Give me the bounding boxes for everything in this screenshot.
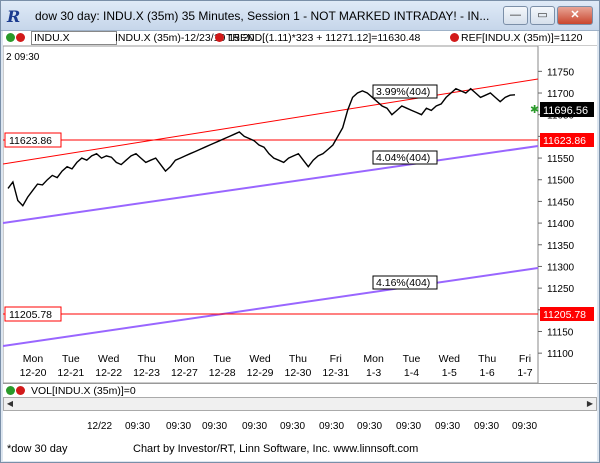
y-tick-label: 11100: [547, 349, 574, 360]
y-tick-label: 11250: [547, 284, 575, 295]
time-axis: 12/22 09:30 09:30 09:30 09:30 09:30 09:3…: [3, 411, 597, 441]
green-dot-icon: [6, 33, 15, 42]
corner-label: 2 09:30: [6, 52, 40, 63]
chart-window: R dow 30 day: INDU.X (35m) 35 Minutes, S…: [0, 0, 600, 463]
x-day-label: Mon: [23, 353, 44, 365]
volume-pane: VOL[INDU.X (35m)]=0: [3, 383, 597, 397]
x-day-label: Mon: [363, 353, 384, 365]
red-dot-icon: [16, 386, 25, 395]
indicator-toolbar: INDU.X INDU.X (35m)-12/23/10 15:20 TREND…: [3, 31, 597, 46]
credit-text: Chart by Investor/RT, Linn Software, Inc…: [133, 443, 419, 455]
time-tick: 09:30: [396, 421, 422, 432]
last-price-label: 11696.56: [543, 105, 588, 117]
ref-low-left-label: 11205.78: [9, 309, 52, 321]
horizontal-scrollbar[interactable]: ◀ ▶: [3, 397, 597, 411]
time-tick: 09:30: [435, 421, 461, 432]
x-date-label: 12-22: [95, 367, 122, 379]
y-tick-label: 11550: [547, 154, 575, 165]
vol-toggle[interactable]: [6, 385, 26, 397]
y-tick-label: 11150: [547, 327, 574, 338]
y-tick-label: 11300: [547, 262, 575, 273]
app-logo-icon: R: [7, 7, 21, 26]
price-chart[interactable]: 2 09:30 11750117001165011600115501150011…: [2, 45, 597, 396]
x-day-label: Thu: [478, 353, 496, 365]
scroll-right-icon[interactable]: ▶: [584, 398, 596, 410]
y-tick-label: 11500: [547, 176, 575, 187]
x-day-label: Fri: [519, 353, 531, 365]
chart-svg: 2 09:30 11750117001165011600115501150011…: [2, 45, 594, 384]
time-axis-date: 12/22: [87, 421, 113, 432]
x-day-label: Wed: [439, 353, 461, 365]
symbol-label[interactable]: INDU.X: [31, 31, 117, 45]
time-tick: 09:30: [166, 421, 192, 432]
y-tick-label: 11400: [547, 219, 575, 230]
x-date-label: 1-7: [517, 367, 532, 379]
red-dot-icon: [16, 33, 25, 42]
ref-high-left-label: 11623.86: [9, 135, 52, 147]
x-day-label: Mon: [174, 353, 195, 365]
time-tick: 09:30: [319, 421, 345, 432]
time-tick: 09:30: [474, 421, 500, 432]
x-date-label: 1-5: [442, 367, 457, 379]
time-tick: 09:30: [242, 421, 268, 432]
x-date-label: 1-6: [480, 367, 495, 379]
x-date-label: 1-3: [366, 367, 381, 379]
time-tick: 09:30: [202, 421, 228, 432]
time-tick: 09:30: [512, 421, 538, 432]
maximize-button[interactable]: ▭: [530, 6, 555, 25]
y-tick-label: 11450: [547, 197, 575, 208]
channel-top-label: 3.99%(404): [376, 86, 430, 98]
title-bar[interactable]: R dow 30 day: INDU.X (35m) 35 Minutes, S…: [1, 1, 599, 31]
x-date-label: 12-27: [171, 367, 198, 379]
minimize-button[interactable]: —: [503, 6, 528, 25]
y-tick-label: 11750: [547, 67, 575, 78]
x-day-label: Tue: [62, 353, 80, 365]
close-button[interactable]: ✕: [557, 6, 593, 25]
channel-mid-label: 4.04%(404): [376, 152, 430, 164]
volume-label: VOL[INDU.X (35m)]=0: [31, 385, 136, 397]
x-day-label: Thu: [289, 353, 307, 365]
x-day-label: Wed: [98, 353, 120, 365]
plot-area: [2, 45, 539, 384]
x-date-label: 12-23: [133, 367, 160, 379]
ref-value: REF[INDU.X (35m)]=1120: [461, 32, 583, 44]
time-tick: 09:30: [280, 421, 306, 432]
x-date-label: 12-20: [20, 367, 47, 379]
x-day-label: Wed: [249, 353, 271, 365]
x-date-label: 12-21: [57, 367, 84, 379]
x-day-label: Tue: [403, 353, 421, 365]
time-tick: 09:30: [125, 421, 151, 432]
last-price-marker-icon: ✱: [530, 103, 539, 116]
x-day-label: Tue: [213, 353, 231, 365]
x-date-label: 1-4: [404, 367, 419, 379]
status-bar: *dow 30 day Chart by Investor/RT, Linn S…: [3, 441, 597, 461]
x-day-label: Fri: [330, 353, 342, 365]
y-tick-label: 11700: [547, 89, 575, 100]
trend-formula: TREND[(1.11)*323 + 11271.12]=11630.48: [226, 32, 421, 44]
ref-low-axis-label: 11205.78: [543, 309, 586, 321]
x-date-label: 12-29: [247, 367, 274, 379]
scroll-left-icon[interactable]: ◀: [4, 398, 16, 410]
x-day-label: Thu: [137, 353, 155, 365]
y-tick-label: 11350: [547, 241, 575, 252]
green-dot-icon: [6, 386, 15, 395]
x-date-label: 12-31: [322, 367, 349, 379]
indicator-toggle[interactable]: [6, 32, 26, 44]
x-date-label: 12-30: [284, 367, 311, 379]
x-date-label: 12-28: [209, 367, 236, 379]
channel-low-label: 4.16%(404): [376, 277, 430, 289]
trend-icon: [215, 32, 225, 44]
ref-icon: [450, 32, 460, 44]
chart-tab[interactable]: *dow 30 day: [7, 443, 68, 455]
window-title: dow 30 day: INDU.X (35m) 35 Minutes, Ses…: [35, 9, 490, 23]
ref-high-axis-label: 11623.86: [543, 135, 586, 147]
time-tick: 09:30: [357, 421, 383, 432]
